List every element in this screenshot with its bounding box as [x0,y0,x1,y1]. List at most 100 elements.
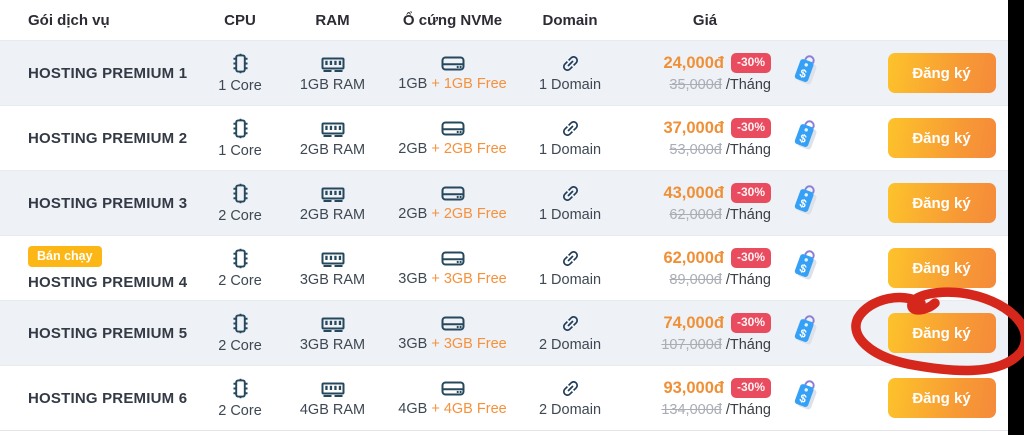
register-button[interactable]: Đăng ký [888,248,996,288]
disk-value: 1GB + 1GB Free [398,76,506,92]
discount-badge: -30% [731,183,771,202]
header-disk: Ổ cứng NVMe [390,12,515,29]
ram-cell: 3GB RAM [275,236,390,300]
cpu-chip-icon [231,312,250,335]
cta-cell: Đăng ký [845,106,1008,170]
price-current: 93,000đ [663,379,724,398]
price-line: 24,000đ -30% [663,53,771,72]
header-domain: Domain [515,12,625,29]
domain-value: 2 Domain [539,402,601,418]
promo-tag-cell: $ [785,106,845,170]
header-price: Giá [625,12,785,29]
domain-value: 2 Domain [539,337,601,353]
price-old: 35,000đ [669,77,721,93]
disk-cell: 3GB + 3GB Free [390,236,515,300]
ram-stick-icon [321,249,345,269]
register-button[interactable]: Đăng ký [888,118,996,158]
promo-tag-cell: $ [785,171,845,235]
table-header: Gói dịch vụ CPU RAM Ổ cứng NVMe Domain G… [0,0,1008,40]
nvme-drive-icon [441,184,465,203]
plan-name: HOSTING PREMIUM 5 [28,325,187,342]
cta-cell: Đăng ký [845,366,1008,430]
price-tag-icon: $ [789,248,841,289]
disk-free: + 4GB Free [431,401,506,417]
ram-value: 3GB RAM [300,272,365,288]
cpu-value: 2 Core [218,338,262,354]
cpu-cell: 1 Core [205,41,275,105]
ram-value: 2GB RAM [300,207,365,223]
link-icon [560,118,581,139]
disk-free: + 2GB Free [431,206,506,222]
register-button[interactable]: Đăng ký [888,53,996,93]
domain-cell: 1 Domain [515,41,625,105]
pricing-table: Gói dịch vụ CPU RAM Ổ cứng NVMe Domain G… [0,0,1008,431]
disk-value: 3GB + 3GB Free [398,336,506,352]
cpu-value: 1 Core [218,78,262,94]
domain-value: 1 Domain [539,272,601,288]
table-row: Bán chạy HOSTING PREMIUM 4 2 Core 3GB RA… [0,235,1008,300]
promo-tag-cell: $ [785,41,845,105]
register-button[interactable]: Đăng ký [888,378,996,418]
cpu-cell: 2 Core [205,366,275,430]
nvme-drive-icon [441,314,465,333]
disk-cell: 4GB + 4GB Free [390,366,515,430]
price-old: 53,000đ [669,142,721,158]
price-tag-icon: $ [789,378,841,419]
pricing-table-body: HOSTING PREMIUM 1 1 Core 1GB RAM [0,40,1008,430]
price-line: 93,000đ -30% [663,378,771,397]
right-black-bar [1008,0,1024,435]
domain-cell: 1 Domain [515,171,625,235]
ram-stick-icon [321,54,345,74]
price-old: 89,000đ [669,272,721,288]
cpu-cell: 2 Core [205,236,275,300]
old-price-line: 35,000đ/Tháng [669,77,771,93]
old-price-line: 53,000đ/Tháng [669,142,771,158]
price-cell: 93,000đ -30% 134,000đ/Tháng [625,366,785,430]
plan-name: HOSTING PREMIUM 6 [28,390,187,407]
price-period: /Tháng [726,337,771,353]
link-icon [560,183,581,204]
promo-tag-cell: $ [785,366,845,430]
plan-name: HOSTING PREMIUM 3 [28,195,187,212]
cpu-value: 1 Core [218,143,262,159]
service-cell: HOSTING PREMIUM 2 [0,130,205,147]
service-cell: HOSTING PREMIUM 5 [0,325,205,342]
price-tag-icon: $ [789,183,841,224]
disk-value: 2GB + 2GB Free [398,206,506,222]
ram-stick-icon [321,119,345,139]
price-line: 62,000đ -30% [663,248,771,267]
price-tag-icon: $ [789,118,841,159]
disk-cell: 3GB + 3GB Free [390,301,515,365]
service-cell: HOSTING PREMIUM 1 [0,65,205,82]
ram-cell: 1GB RAM [275,41,390,105]
price-current: 74,000đ [663,314,724,333]
cpu-chip-icon [231,52,250,75]
disk-base: 3GB [398,271,427,287]
table-row: HOSTING PREMIUM 2 1 Core 2GB RAM [0,105,1008,170]
price-current: 24,000đ [663,54,724,73]
register-button[interactable]: Đăng ký [888,313,996,353]
ram-value: 4GB RAM [300,402,365,418]
plan-name: HOSTING PREMIUM 2 [28,130,187,147]
table-row: HOSTING PREMIUM 6 2 Core 4GB RAM [0,365,1008,430]
price-period: /Tháng [726,402,771,418]
cta-cell: Đăng ký [845,171,1008,235]
cpu-chip-icon [231,377,250,400]
link-icon [560,378,581,399]
price-period: /Tháng [726,207,771,223]
price-current: 37,000đ [663,119,724,138]
disk-base: 3GB [398,336,427,352]
register-button[interactable]: Đăng ký [888,183,996,223]
price-cell: 43,000đ -30% 62,000đ/Tháng [625,171,785,235]
discount-badge: -30% [731,118,771,137]
old-price-line: 89,000đ/Tháng [669,272,771,288]
promo-tag-cell: $ [785,301,845,365]
nvme-drive-icon [441,119,465,138]
cta-cell: Đăng ký [845,41,1008,105]
disk-value: 2GB + 2GB Free [398,141,506,157]
price-cell: 37,000đ -30% 53,000đ/Tháng [625,106,785,170]
link-icon [560,53,581,74]
cpu-cell: 2 Core [205,301,275,365]
domain-value: 1 Domain [539,77,601,93]
ram-value: 1GB RAM [300,77,365,93]
